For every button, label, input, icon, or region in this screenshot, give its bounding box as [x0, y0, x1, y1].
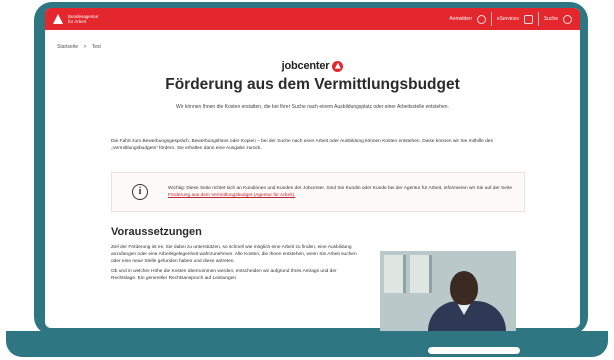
site-logo-text[interactable]: Bundesagentur für Arbeit [68, 14, 99, 25]
requirements-heading: Voraussetzungen [111, 226, 202, 238]
breadcrumb-separator: > [83, 44, 87, 50]
laptop-trackpad-notch [428, 347, 520, 354]
requirements-paragraph: Ziel der Förderung ist es, Sie dabei zu … [111, 245, 357, 264]
laptop-frame: Bundesagentur für Arbeit Anmelden eServi… [0, 0, 614, 360]
photo-person-head [450, 271, 478, 305]
breadcrumb: Startseite > Test [45, 30, 580, 50]
lead-text: Wir können Ihnen die Kosten erstatten, d… [176, 104, 449, 110]
train-passenger-photo [380, 251, 516, 331]
breadcrumb-current: Test [91, 44, 101, 50]
user-icon[interactable] [476, 14, 486, 24]
eservices-link[interactable]: eServices [497, 16, 519, 22]
site-header: Bundesagentur für Arbeit Anmelden eServi… [45, 8, 580, 30]
photo-window [384, 255, 406, 293]
header-divider [490, 12, 492, 26]
notice-link[interactable]: Förderung aus dem Vermittlungsbudget (Ag… [168, 193, 295, 198]
info-notice: i Wichtig: Diese Seite richtet sich an K… [111, 172, 525, 212]
jobcenter-logo-icon [332, 60, 344, 72]
jobcenter-brand: jobcenter [45, 60, 580, 72]
header-actions: Anmelden eServices Suche [449, 12, 572, 26]
intro-paragraph: Die Fahrt zum Bewerbungsgespräch, Bewerb… [111, 139, 493, 151]
photo-window [410, 255, 432, 293]
login-link[interactable]: Anmelden [449, 16, 472, 22]
page-title: Förderung aus dem Vermittlungsbudget [165, 76, 460, 93]
notice-text: Wichtig: Diese Seite richtet sich an Kun… [168, 186, 512, 198]
header-divider [537, 12, 539, 26]
breadcrumb-home[interactable]: Startseite [57, 44, 78, 50]
ba-logo-icon[interactable] [53, 14, 63, 24]
info-icon: i [132, 184, 148, 200]
grid-icon[interactable] [523, 14, 533, 24]
requirements-text: Voraussetzungen Ziel der Förderung ist e… [111, 226, 361, 285]
requirements-paragraph: Ob und in welcher Höhe die Kosten überno… [111, 269, 337, 281]
brand-name: jobcenter [281, 60, 330, 72]
search-link[interactable]: Suche [544, 16, 558, 22]
search-icon[interactable] [563, 14, 572, 24]
